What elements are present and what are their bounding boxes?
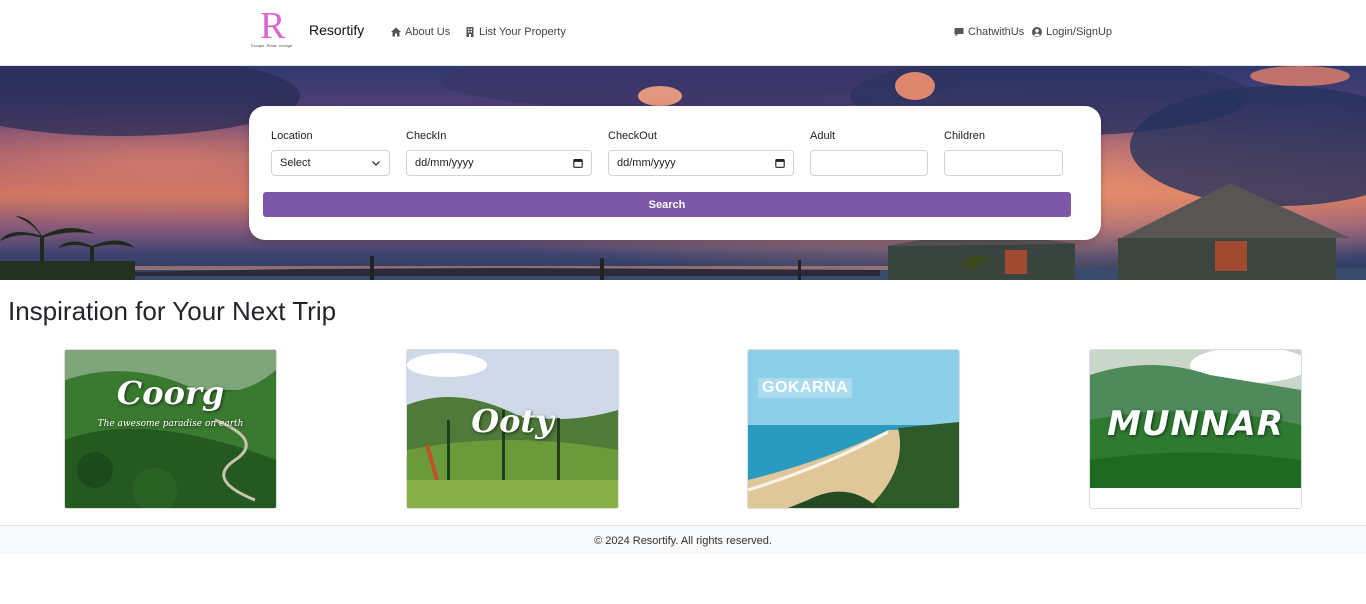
nav-login[interactable]: Login/SignUp [1032, 26, 1112, 38]
children-input[interactable] [944, 150, 1063, 176]
checkout-date-value: dd/mm/yyyy [617, 157, 676, 169]
checkout-date-input[interactable]: dd/mm/yyyy [608, 150, 794, 176]
checkin-date-value: dd/mm/yyyy [415, 157, 474, 169]
destination-card-ooty[interactable]: Ooty [406, 349, 619, 509]
checkin-label: CheckIn [406, 130, 447, 142]
checkout-label: CheckOut [608, 130, 657, 142]
ooty-title: Ooty [471, 402, 554, 440]
nav-about-us[interactable]: About Us [391, 26, 450, 38]
location-select[interactable]: Select [271, 150, 390, 176]
coorg-title: Coorg [116, 374, 225, 412]
adult-label: Adult [810, 130, 836, 142]
user-circle-icon [1032, 27, 1042, 37]
inspiration-title: Inspiration for Your Next Trip [8, 296, 337, 326]
logo-letter: R [260, 5, 286, 47]
location-select-value: Select [280, 157, 311, 169]
nav-list-property[interactable]: List Your Property [465, 26, 566, 38]
chat-icon [954, 28, 964, 37]
nav-about-us-label: About Us [405, 26, 451, 38]
chevron-down-icon [372, 161, 380, 166]
nav-chat[interactable]: ChatwithUs [954, 26, 1024, 38]
children-label: Children [944, 130, 985, 142]
logo-tagline: Escape. Relax. Indulge. [251, 43, 294, 48]
adult-input[interactable] [810, 150, 928, 176]
nav-chat-label: ChatwithUs [968, 26, 1025, 38]
destination-card-gokarna[interactable]: GOKARNA [747, 349, 960, 509]
calendar-icon[interactable] [573, 158, 583, 168]
destination-card-munnar[interactable]: MUNNAR [1089, 349, 1302, 509]
location-label: Location [271, 130, 313, 142]
navbar: R Escape. Relax. Indulge. Resortify Abou… [0, 0, 1366, 66]
building-icon [466, 27, 474, 37]
munnar-title: MUNNAR [1107, 404, 1284, 444]
coorg-subtitle: The awesome paradise on earth [97, 419, 244, 429]
search-button[interactable]: Search [263, 192, 1071, 217]
footer-copyright: © 2024 Resortify. All rights reserved. [594, 534, 772, 547]
nav-login-label: Login/SignUp [1046, 26, 1113, 38]
brand-logo[interactable]: R Escape. Relax. Indulge. [250, 6, 302, 52]
checkin-date-input[interactable]: dd/mm/yyyy [406, 150, 592, 176]
search-card: Location Select CheckIn dd/mm/yyyy Check… [249, 106, 1101, 240]
nav-list-property-label: List Your Property [479, 26, 566, 38]
destination-card-coorg[interactable]: Coorg The awesome paradise on earth [64, 349, 277, 509]
gokarna-title: GOKARNA [758, 378, 853, 398]
home-icon [391, 27, 401, 37]
gokarna-image [748, 350, 959, 508]
footer: © 2024 Resortify. All rights reserved. [0, 525, 1366, 555]
calendar-icon[interactable] [775, 158, 785, 168]
brand-name[interactable]: Resortify [309, 22, 364, 38]
